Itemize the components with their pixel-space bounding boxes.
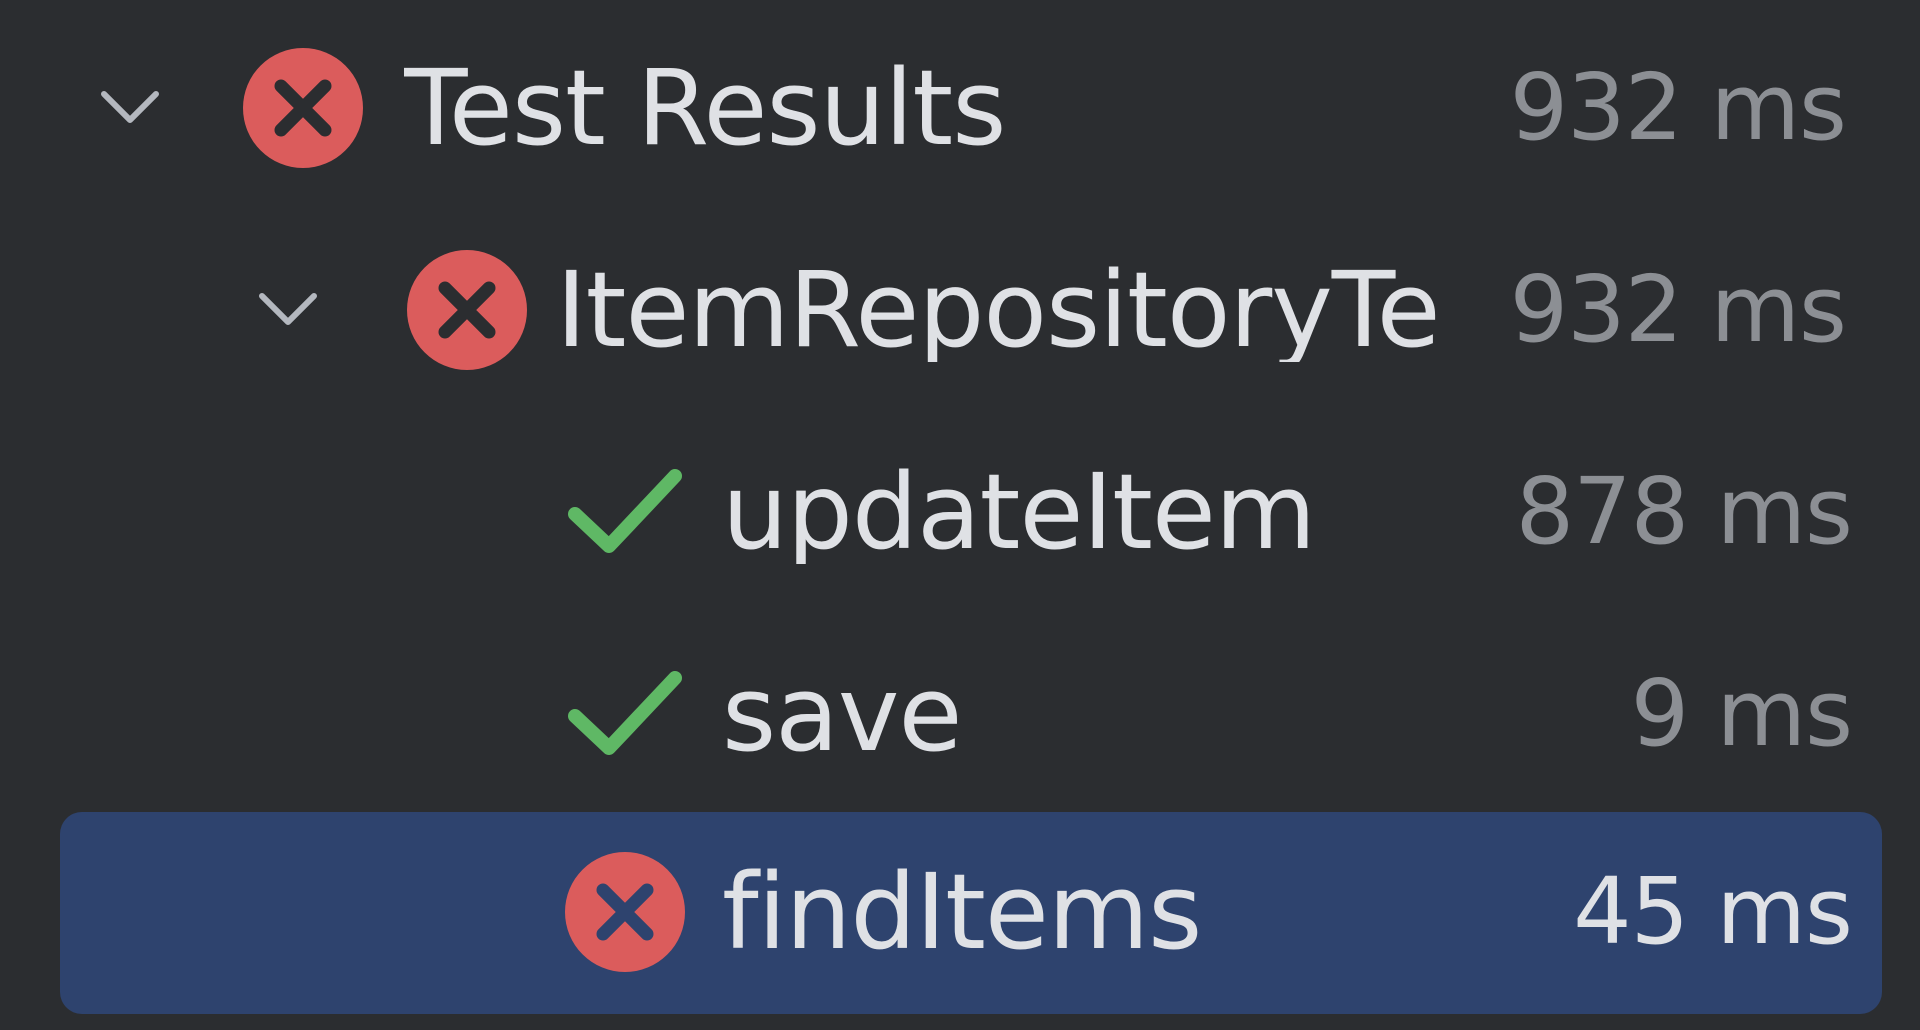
test-results-tree: Test Results 932 ms ItemRepositoryTe 932… xyxy=(0,0,1920,1030)
error-x-icon xyxy=(407,250,527,370)
chevron-down-icon[interactable] xyxy=(90,68,170,148)
error-x-icon xyxy=(243,48,363,168)
tree-row-label: save xyxy=(722,662,962,766)
tree-row-test-results[interactable]: Test Results 932 ms xyxy=(0,8,1920,208)
tree-row-label: ItemRepositoryTe xyxy=(556,258,1441,362)
duration-label: 932 ms xyxy=(1509,54,1847,161)
checkmark-icon xyxy=(565,452,685,572)
duration-label: 932 ms xyxy=(1509,256,1847,363)
tree-row-test-class[interactable]: ItemRepositoryTe 932 ms xyxy=(0,210,1920,410)
duration-label: 45 ms xyxy=(1573,858,1853,965)
tree-row-test-method[interactable]: save 9 ms xyxy=(0,614,1920,814)
duration-label: 9 ms xyxy=(1630,660,1853,767)
tree-row-test-method[interactable]: updateItem 878 ms xyxy=(0,412,1920,612)
tree-row-label: Test Results xyxy=(404,56,1006,160)
tree-row-test-method-selected[interactable]: findItems 45 ms xyxy=(0,812,1920,1012)
error-x-icon xyxy=(565,852,685,972)
chevron-down-icon[interactable] xyxy=(248,270,328,350)
checkmark-icon xyxy=(565,654,685,774)
tree-row-label: findItems xyxy=(722,860,1202,964)
tree-row-label: updateItem xyxy=(722,460,1316,564)
duration-label: 878 ms xyxy=(1515,458,1853,565)
